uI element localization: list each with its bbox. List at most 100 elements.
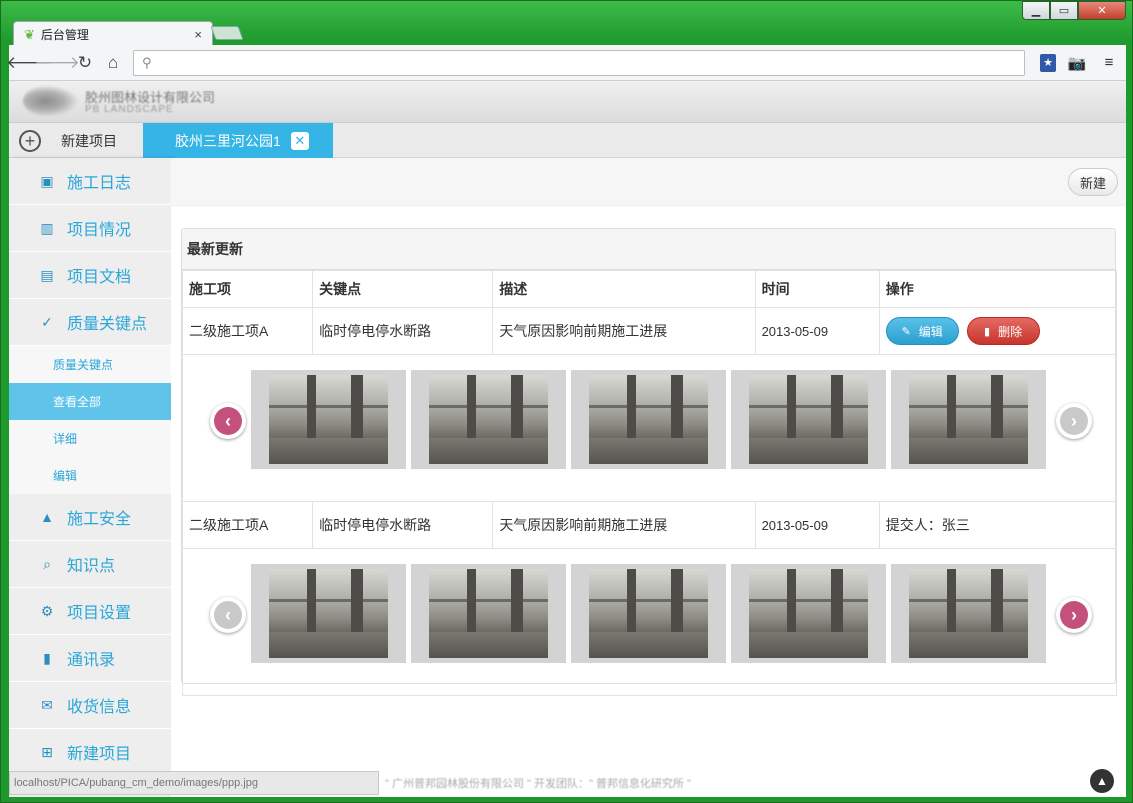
sidebar-subitem-detail[interactable]: 详细 bbox=[9, 420, 171, 457]
cell-description: 天气原因影响前期施工进展 bbox=[492, 307, 756, 355]
page-viewport: 胶州图林设计有限公司 PB LANDSCAPE + 新建项目 胶州三里河公园1 … bbox=[9, 81, 1126, 797]
trash-icon: ▮ bbox=[984, 325, 991, 338]
active-project-label: 胶州三里河公园1 bbox=[175, 132, 281, 149]
browser-tab[interactable]: ❦ 后台管理 × bbox=[13, 21, 213, 47]
sidebar-item-label: 通讯录 bbox=[67, 652, 116, 669]
column-header: 时间 bbox=[754, 270, 880, 308]
sidebar-item-log[interactable]: ▣ 施工日志 bbox=[9, 158, 171, 205]
active-project-tab[interactable]: 胶州三里河公园1 ✕ bbox=[143, 123, 333, 158]
sidebar-item-shipping[interactable]: ✉ 收货信息 bbox=[9, 682, 171, 729]
leaf-icon: ❦ bbox=[24, 26, 35, 42]
thumbnail[interactable] bbox=[731, 564, 886, 663]
table-row: 二级施工项A 临时停电停水断路 天气原因影响前期施工进展 2013-05-09 … bbox=[181, 501, 1118, 549]
sidebar-item-settings[interactable]: ⚙ 项目设置 bbox=[9, 588, 171, 635]
site-photo bbox=[909, 375, 1028, 464]
chevron-up-icon: ▲ bbox=[1096, 774, 1108, 788]
new-project-tab[interactable]: + 新建项目 bbox=[9, 123, 143, 158]
search-doc-icon: ⌕ bbox=[43, 555, 51, 572]
carousel-next-button[interactable]: › bbox=[1056, 403, 1092, 439]
camera-icon[interactable]: 📷 bbox=[1066, 52, 1088, 74]
sidebar-item-label: 项目文档 bbox=[67, 269, 132, 286]
cell-item: 二级施工项A bbox=[181, 307, 314, 355]
thumbnail[interactable] bbox=[891, 370, 1046, 469]
close-window-button[interactable]: ✕ bbox=[1078, 1, 1126, 20]
sidebar-item-contacts[interactable]: ▮ 通讯录 bbox=[9, 635, 171, 682]
main-toolbar: 新建 bbox=[171, 158, 1126, 206]
address-book-icon: ▮ bbox=[43, 649, 51, 666]
page-footer: localhost/PICA/pubang_cm_demo/images/ppp… bbox=[9, 769, 1126, 797]
column-header: 施工项 bbox=[181, 270, 314, 308]
site-photo bbox=[589, 375, 708, 464]
bookmark-icon[interactable]: ★ bbox=[1040, 53, 1056, 72]
window-controls: ▁ ▭ ✕ bbox=[1022, 1, 1126, 20]
sidebar-item-new-project[interactable]: ⊞ 新建项目 bbox=[9, 729, 171, 776]
forward-icon[interactable]: 🡒 bbox=[34, 49, 80, 77]
new-button[interactable]: 新建 bbox=[1068, 168, 1118, 196]
maximize-button[interactable]: ▭ bbox=[1050, 1, 1078, 20]
carousel-prev-button[interactable]: ‹ bbox=[210, 403, 246, 439]
updates-table: 施工项 关键点 描述 时间 操作 二级施工项A 临时停电停水断路 天气原因影响前… bbox=[181, 270, 1118, 696]
sidebar-item-label: 质量关键点 bbox=[67, 316, 148, 333]
chevron-right-icon: › bbox=[1060, 601, 1088, 629]
gallery-cell: ‹ › bbox=[182, 354, 1117, 502]
site-photo bbox=[909, 569, 1028, 658]
warning-icon: ▲ bbox=[40, 509, 54, 525]
cell-date: 2013-05-09 bbox=[754, 307, 880, 355]
thumbnail[interactable] bbox=[891, 564, 1046, 663]
browser-window: ▁ ▭ ✕ ❦ 后台管理 × 🡐 🡒 ↻ ⌂ ⚲ ★ 📷 ≡ 胶州图林设计有限公… bbox=[0, 0, 1133, 803]
thumbnail[interactable] bbox=[411, 564, 566, 663]
chevron-left-icon: ‹ bbox=[214, 407, 242, 435]
thumbnail[interactable] bbox=[411, 370, 566, 469]
edit-label: 编辑 bbox=[918, 324, 943, 339]
sidebar-subitem-view-all[interactable]: 查看全部 bbox=[9, 383, 171, 420]
thumbnail[interactable] bbox=[251, 370, 406, 469]
sidebar: ▣ 施工日志 ▥ 项目情况 ▤ 项目文档 ✓ 质量关键点 质量关键点 查看全部 … bbox=[9, 158, 171, 797]
site-photo bbox=[429, 569, 548, 658]
sidebar-item-docs[interactable]: ▤ 项目文档 bbox=[9, 252, 171, 299]
plus-square-icon: ⊞ bbox=[41, 743, 53, 760]
new-tab-button[interactable] bbox=[210, 26, 244, 40]
sidebar-item-knowledge[interactable]: ⌕ 知识点 bbox=[9, 541, 171, 588]
cell-actions: ✎ 编辑 ▮ 删除 bbox=[878, 307, 1118, 355]
cell-item: 二级施工项A bbox=[181, 501, 314, 549]
address-bar[interactable]: ⚲ bbox=[133, 49, 1025, 76]
table-row: 二级施工项A 临时停电停水断路 天气原因影响前期施工进展 2013-05-09 … bbox=[181, 307, 1118, 355]
minimize-button[interactable]: ▁ bbox=[1022, 1, 1050, 20]
thumbnail[interactable] bbox=[731, 370, 886, 469]
menu-icon[interactable]: ≡ bbox=[1098, 52, 1120, 74]
gallery-cell: ‹ › bbox=[182, 548, 1117, 696]
sidebar-subitem-edit[interactable]: 编辑 bbox=[9, 457, 171, 494]
sidebar-item-label: 施工日志 bbox=[67, 175, 132, 192]
site-photo bbox=[749, 569, 868, 658]
carousel-next-button[interactable]: › bbox=[1056, 597, 1092, 633]
thumbnail[interactable] bbox=[251, 564, 406, 663]
sidebar-item-safety[interactable]: ▲ 施工安全 bbox=[9, 494, 171, 541]
delete-label: 删除 bbox=[998, 324, 1023, 339]
gallery-row: ‹ › bbox=[182, 548, 1117, 696]
tab-close-icon[interactable]: × bbox=[194, 27, 202, 42]
column-header: 关键点 bbox=[312, 270, 494, 308]
home-icon[interactable]: ⌂ bbox=[99, 49, 127, 77]
sidebar-item-quality[interactable]: ✓ 质量关键点 bbox=[9, 299, 171, 346]
gear-icon: ⚙ bbox=[40, 602, 54, 619]
thumbnail[interactable] bbox=[571, 564, 726, 663]
thumbnail[interactable] bbox=[571, 370, 726, 469]
sidebar-subitem-quality[interactable]: 质量关键点 bbox=[9, 346, 171, 383]
edit-button[interactable]: ✎ 编辑 bbox=[885, 317, 959, 345]
cell-key-point: 临时停电停水断路 bbox=[312, 307, 494, 355]
close-project-icon[interactable]: ✕ bbox=[290, 131, 309, 150]
bar-chart-icon: ▥ bbox=[40, 219, 54, 236]
panel-title: 最新更新 bbox=[182, 229, 1115, 270]
scroll-top-button[interactable]: ▲ bbox=[1090, 769, 1114, 793]
site-photo bbox=[269, 569, 388, 658]
reload-icon[interactable]: ↻ bbox=[71, 49, 99, 77]
sidebar-item-status[interactable]: ▥ 项目情况 bbox=[9, 205, 171, 252]
search-icon: ⚲ bbox=[142, 54, 152, 70]
mail-icon: ✉ bbox=[41, 696, 53, 713]
thumbnail-strip bbox=[251, 564, 1046, 663]
chevron-right-icon: › bbox=[1060, 407, 1088, 435]
carousel-prev-button[interactable]: ‹ bbox=[210, 597, 246, 633]
browser-tab-title: 后台管理 bbox=[40, 28, 89, 42]
delete-button[interactable]: ▮ 删除 bbox=[966, 317, 1040, 345]
check-icon: ✓ bbox=[41, 313, 53, 330]
